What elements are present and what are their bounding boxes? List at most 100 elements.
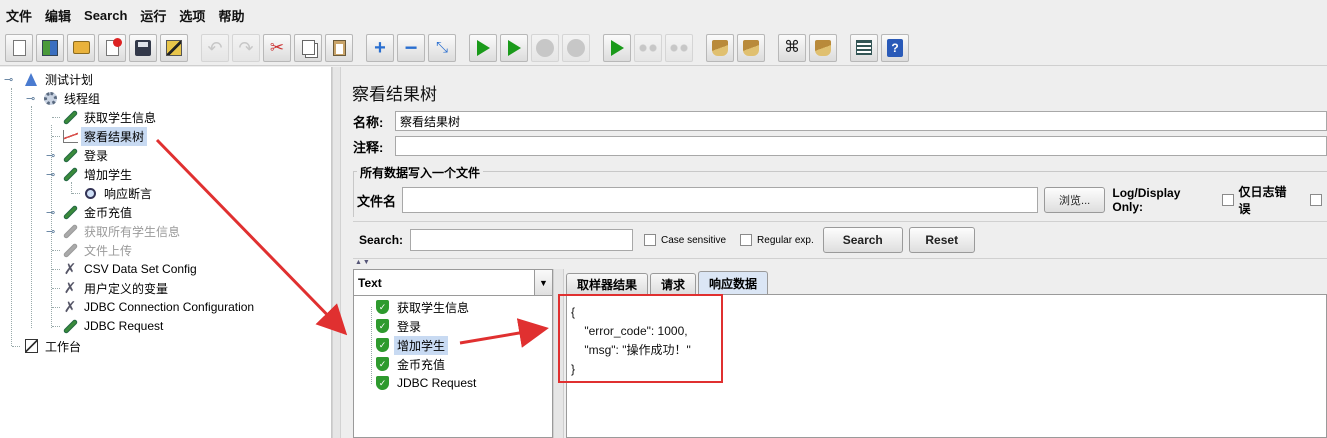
tools-icon: ✗: [63, 260, 77, 278]
success-shield-icon: ✓: [376, 319, 389, 333]
tree-node-csv-data-set[interactable]: ✗ CSV Data Set Config: [61, 260, 200, 278]
errors-only-checkbox[interactable]: [1221, 194, 1234, 206]
shutdown-button[interactable]: [562, 33, 590, 62]
search-button[interactable]: ⌘: [778, 33, 806, 62]
tree-toggle-recharge[interactable]: ⊸: [46, 206, 55, 219]
sampler-icon: [61, 147, 79, 163]
function-helper-button[interactable]: [850, 33, 878, 62]
save-button[interactable]: [129, 33, 157, 62]
toggle-button[interactable]: ⤡: [428, 33, 456, 62]
log-display-label: Log/Display Only:: [1112, 186, 1181, 214]
success-shield-icon: ✓: [376, 357, 389, 371]
reset-button[interactable]: Reset: [908, 227, 975, 253]
remote-shutdown-icon: [670, 41, 688, 54]
search-submit-button[interactable]: Search: [822, 227, 903, 253]
redo-button[interactable]: ↷: [232, 33, 260, 62]
errors-only-label: 仅日志错误: [1238, 185, 1287, 216]
menu-file[interactable]: 文件: [6, 6, 32, 25]
file-group-title: 所有数据写入一个文件: [357, 164, 484, 181]
tree-node-get-student[interactable]: 获取学生信息: [61, 108, 159, 126]
renderer-select[interactable]: Text ▼: [354, 270, 552, 296]
start-no-pause-button[interactable]: [500, 33, 528, 62]
menu-help[interactable]: 帮助: [218, 6, 244, 25]
search-icon: ⌘: [784, 38, 800, 56]
gear-icon: [41, 90, 59, 106]
split-arrows-icon[interactable]: ▲▼: [355, 259, 371, 266]
start-button[interactable]: [469, 33, 497, 62]
menu-options[interactable]: 选项: [179, 6, 205, 25]
toggle-icon: ⤡: [435, 39, 448, 56]
clear-icon: [712, 39, 728, 56]
tree-node-jdbc-connection[interactable]: ✗ JDBC Connection Configuration: [61, 298, 257, 316]
function-helper-icon: [856, 40, 872, 55]
clear-all-button[interactable]: [737, 33, 765, 62]
save-as-button[interactable]: [160, 33, 188, 62]
stop-icon: [536, 38, 554, 57]
clear-button[interactable]: [706, 33, 734, 62]
search-input[interactable]: [410, 229, 633, 251]
copy-icon: [301, 40, 315, 55]
remote-start-button[interactable]: [603, 33, 631, 62]
open-button[interactable]: [67, 33, 95, 62]
new-button[interactable]: [5, 33, 33, 62]
tree-node-test-plan[interactable]: 测试计划: [22, 70, 96, 88]
tree-node-get-all-students[interactable]: 获取所有学生信息: [61, 222, 183, 240]
templates-button[interactable]: [36, 33, 64, 62]
close-button[interactable]: [98, 33, 126, 62]
tree-node-file-upload[interactable]: 文件上传: [61, 241, 135, 259]
result-item[interactable]: ✓ JDBC Request: [376, 374, 479, 392]
tab-request[interactable]: 请求: [650, 273, 697, 295]
menu-edit[interactable]: 编辑: [45, 6, 71, 25]
tree-node-login[interactable]: 登录: [61, 146, 111, 164]
result-item[interactable]: ✓ 获取学生信息: [376, 298, 472, 316]
chevron-down-icon[interactable]: ▼: [534, 270, 552, 295]
success-shield-icon: ✓: [376, 300, 389, 314]
panel-title: 察看结果树: [352, 85, 437, 104]
close-icon: [105, 37, 122, 56]
tree-node-workbench[interactable]: 工作台: [22, 337, 84, 355]
cut-button[interactable]: ✂: [263, 33, 291, 62]
regex-checkbox[interactable]: [740, 234, 753, 246]
sampler-icon: [61, 318, 79, 334]
menu-run[interactable]: 运行: [140, 6, 166, 25]
result-item-selected[interactable]: ✓ 增加学生: [376, 335, 449, 355]
browse-button[interactable]: 浏览...: [1043, 187, 1106, 213]
remote-stop-button[interactable]: [634, 33, 662, 62]
tree-node-response-assertion[interactable]: 响应断言: [81, 184, 155, 202]
tree-node-view-results-tree[interactable]: 察看结果树: [61, 126, 148, 146]
stop-button[interactable]: [531, 33, 559, 62]
tree-node-jdbc-request[interactable]: JDBC Request: [61, 317, 166, 335]
tree-toggle-get-all[interactable]: ⊸: [46, 225, 55, 238]
workbench-icon: [22, 338, 40, 354]
collapse-button[interactable]: −: [397, 33, 425, 62]
paste-button[interactable]: [325, 33, 353, 62]
tree-node-coin-recharge[interactable]: 金币充值: [61, 203, 135, 221]
remote-shutdown-button[interactable]: [665, 33, 693, 62]
tree-toggle-root[interactable]: ⊸: [4, 73, 13, 86]
success-only-checkbox[interactable]: [1310, 194, 1323, 206]
filename-field[interactable]: [401, 187, 1038, 213]
undo-button[interactable]: ↶: [201, 33, 229, 62]
menu-search[interactable]: Search: [84, 8, 127, 23]
tree-node-add-student[interactable]: 增加学生: [61, 165, 135, 183]
start-no-pause-icon: [507, 39, 521, 56]
tree-toggle-thread-group[interactable]: ⊸: [26, 92, 35, 105]
result-item[interactable]: ✓ 登录: [376, 317, 424, 335]
split-divider[interactable]: [332, 67, 341, 438]
success-shield-icon: ✓: [376, 376, 389, 390]
tree-node-user-variables[interactable]: ✗ 用户定义的变量: [61, 279, 171, 297]
help-button[interactable]: ?: [881, 33, 909, 62]
tab-response-data[interactable]: 响应数据: [698, 271, 769, 295]
tree-toggle-login[interactable]: ⊸: [46, 149, 55, 162]
comment-field[interactable]: [395, 136, 1327, 156]
case-sensitive-checkbox[interactable]: [644, 234, 656, 246]
result-item[interactable]: ✓ 金币充值: [376, 355, 448, 373]
tools-icon: ✗: [63, 298, 77, 316]
tree-toggle-add-student[interactable]: ⊸: [46, 168, 55, 181]
tab-sampler-result[interactable]: 取样器结果: [566, 273, 649, 295]
tree-node-thread-group[interactable]: 线程组: [41, 89, 103, 107]
reset-search-button[interactable]: [809, 33, 837, 62]
name-field[interactable]: [395, 111, 1327, 131]
expand-button[interactable]: +: [366, 33, 394, 62]
copy-button[interactable]: [294, 33, 322, 62]
